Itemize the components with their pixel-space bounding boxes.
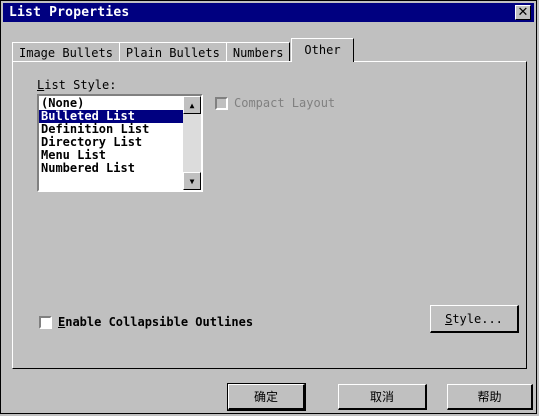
tab-panel-other [12,61,527,369]
tab-plain-bullets[interactable]: Plain Bullets [118,42,227,62]
help-button[interactable]: 帮助 [447,384,533,410]
title-bar[interactable]: List Properties ✕ [3,3,534,22]
cancel-button[interactable]: 取消 [338,384,427,410]
window-title: List Properties [9,5,130,20]
tab-image-bullets[interactable]: Image Bullets [12,42,120,62]
tab-numbers[interactable]: Numbers [225,42,291,62]
tab-strip: Image Bullets Plain Bullets Numbers Othe… [12,38,354,62]
ok-button[interactable]: 确定 [227,383,306,411]
list-properties-dialog: List Properties ✕ Image Bullets Plain Bu… [0,0,537,414]
tab-other[interactable]: Other [291,38,354,62]
close-icon[interactable]: ✕ [515,5,531,20]
